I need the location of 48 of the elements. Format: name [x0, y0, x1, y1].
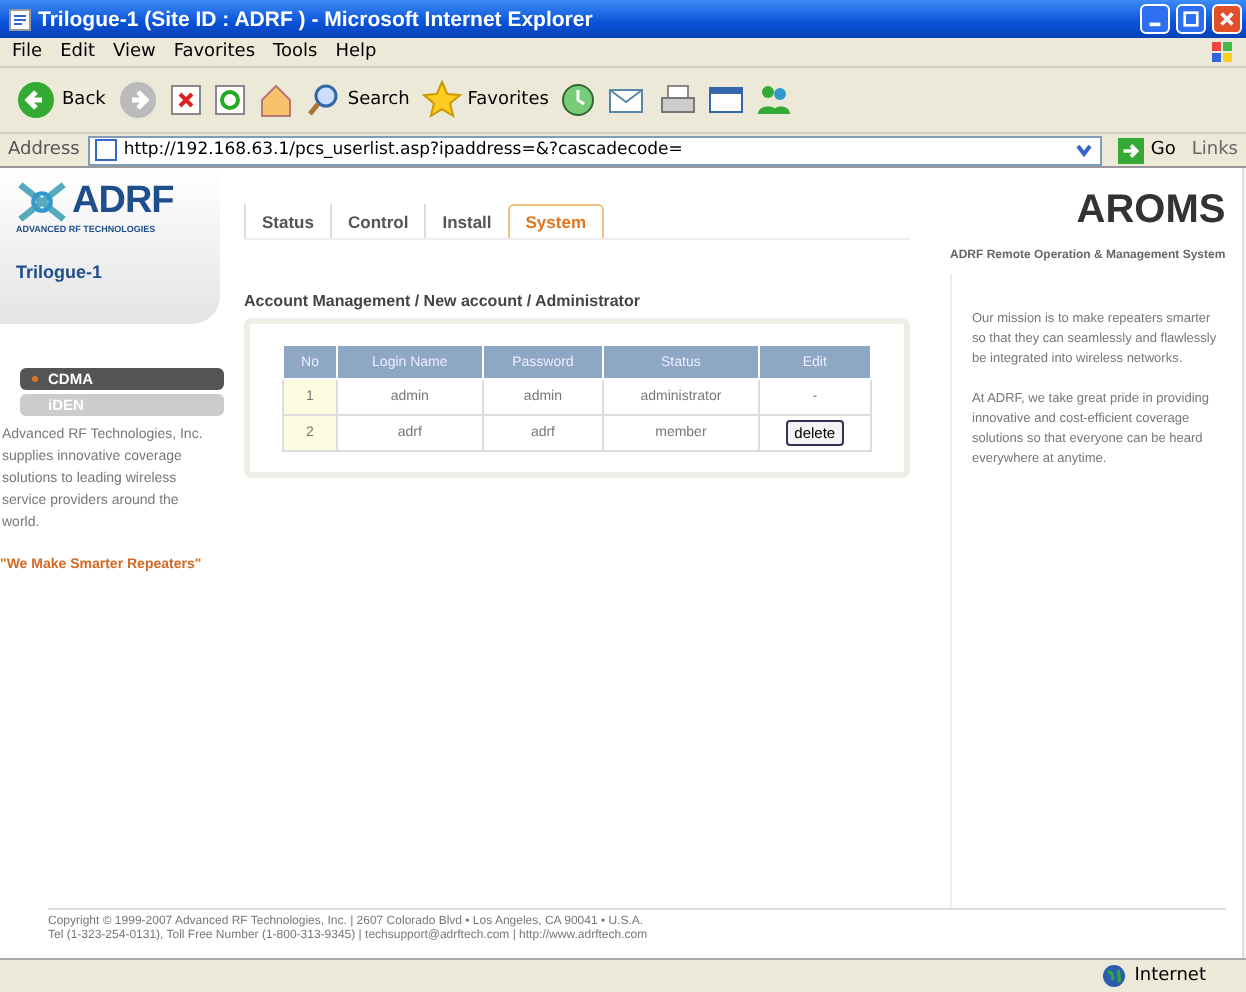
globe-icon	[1102, 964, 1127, 988]
logo-icon	[16, 180, 68, 224]
go-button[interactable]: Go	[1110, 137, 1184, 163]
history-button[interactable]	[560, 82, 597, 118]
home-icon	[257, 82, 294, 118]
minimize-button[interactable]	[1140, 4, 1170, 34]
messenger-button[interactable]	[756, 82, 793, 118]
edit-button[interactable]	[708, 82, 745, 118]
printer-icon	[660, 82, 697, 118]
maximize-button[interactable]	[1176, 4, 1206, 34]
brand-title: AROMS	[1076, 188, 1226, 234]
search-icon	[305, 82, 342, 118]
site-name: Trilogue-1	[16, 262, 105, 282]
logo-text: ADRF	[72, 180, 174, 224]
menu-item[interactable]: Help	[335, 42, 377, 62]
page-icon	[93, 138, 118, 162]
search-button[interactable]: Search	[305, 82, 410, 118]
print-button[interactable]	[660, 82, 697, 118]
maximize-icon	[1182, 10, 1200, 28]
breadcrumb: Account Management / New account / Administrator	[244, 292, 642, 310]
people-icon	[756, 82, 793, 118]
home-button[interactable]	[257, 82, 294, 118]
go-arrow-icon	[1118, 137, 1145, 163]
refresh-button[interactable]	[213, 84, 246, 116]
back-button[interactable]: Back	[16, 80, 106, 120]
close-icon	[1218, 10, 1236, 28]
links-button[interactable]: Links	[1191, 140, 1238, 160]
stop-button[interactable]	[169, 84, 202, 116]
windows-logo-icon	[1210, 40, 1234, 64]
favorites-button[interactable]: Favorites	[421, 80, 549, 120]
menu-item[interactable]: File	[12, 42, 43, 62]
security-zone: Internet	[1134, 966, 1206, 986]
menu-item[interactable]: View	[113, 42, 156, 62]
nav-tab[interactable]: Status	[244, 204, 330, 238]
nav-tab[interactable]: Control	[329, 204, 425, 238]
star-icon	[421, 80, 462, 120]
address-label: Address	[8, 140, 80, 160]
menu-item[interactable]: Edit	[60, 42, 95, 62]
clock-icon	[560, 82, 597, 118]
menu-item[interactable]: Tools	[273, 42, 318, 62]
close-button[interactable]	[1212, 4, 1242, 34]
window-title: Trilogue-1 (Site ID : ADRF ) - Microsoft Internet Explorer	[38, 7, 593, 31]
address-field[interactable]: http://192.168.63.1/pcs_userlist.asp?ipaddress=&?cascadecode=	[87, 135, 1103, 165]
refresh-icon	[213, 84, 246, 116]
stop-icon	[169, 84, 202, 116]
page-icon	[8, 7, 32, 31]
window-icon	[708, 82, 745, 118]
menu-item[interactable]: Favorites	[173, 42, 256, 62]
